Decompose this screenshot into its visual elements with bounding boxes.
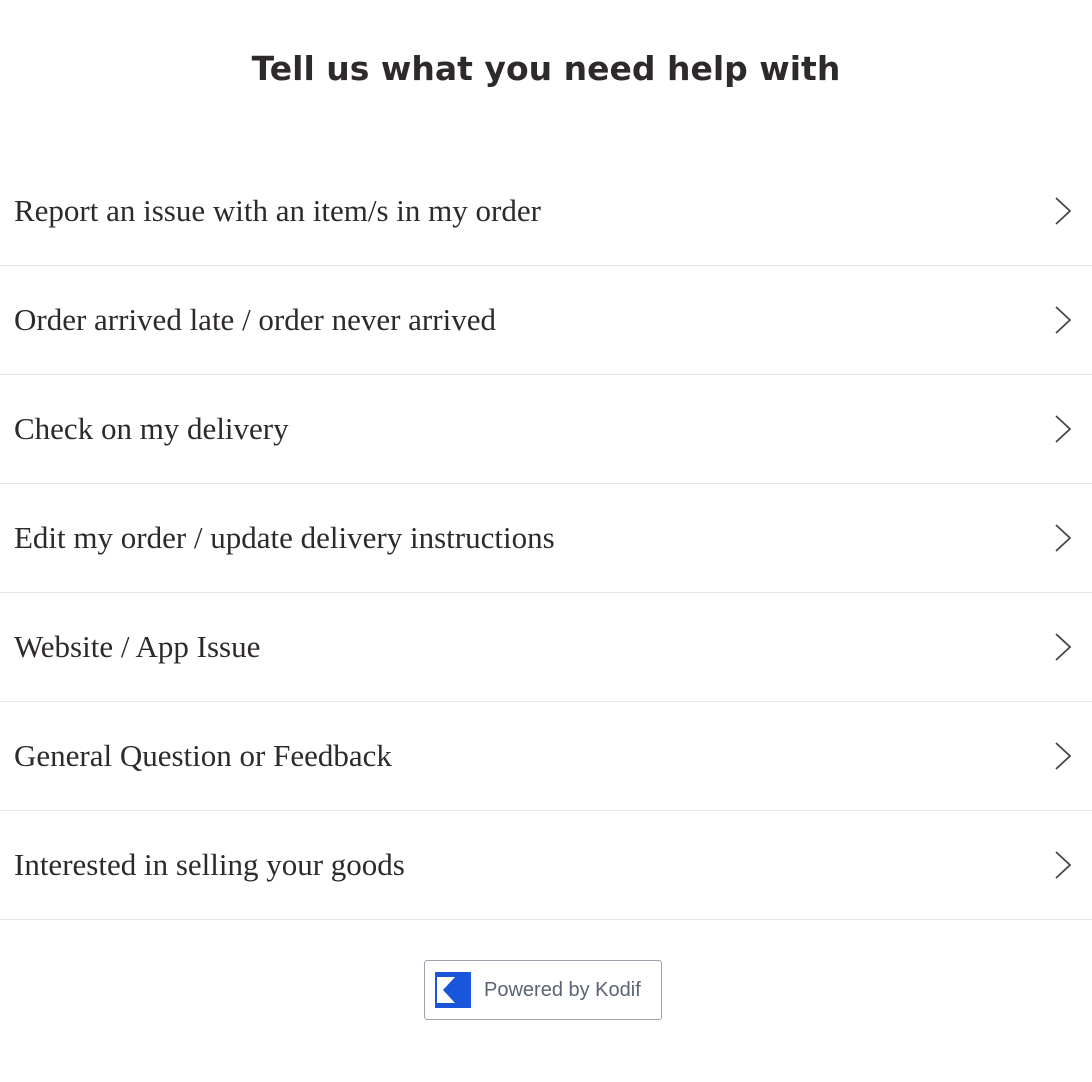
chevron-right-icon [1050,632,1076,662]
topic-label: Interested in selling your goods [14,847,405,882]
kodif-logo-icon [435,972,471,1008]
powered-by-label: Powered by Kodif [484,978,641,1001]
topic-item-selling-goods[interactable]: Interested in selling your goods [0,811,1092,920]
powered-by-kodif-link[interactable]: Powered by Kodif [424,960,662,1020]
help-topic-list: Report an issue with an item/s in my ord… [0,157,1092,920]
page-title: Tell us what you need help with [251,49,841,88]
topic-item-website-app-issue[interactable]: Website / App Issue [0,593,1092,702]
topic-item-report-issue[interactable]: Report an issue with an item/s in my ord… [0,157,1092,266]
chevron-right-icon [1050,414,1076,444]
topic-label: Check on my delivery [14,411,289,446]
chevron-right-icon [1050,523,1076,553]
topic-item-edit-order[interactable]: Edit my order / update delivery instruct… [0,484,1092,593]
chevron-right-icon [1050,741,1076,771]
topic-label: Report an issue with an item/s in my ord… [14,193,541,228]
topic-label: Order arrived late / order never arrived [14,302,496,337]
chevron-right-icon [1050,196,1076,226]
topic-item-order-late[interactable]: Order arrived late / order never arrived [0,266,1092,375]
topic-item-check-delivery[interactable]: Check on my delivery [0,375,1092,484]
topic-label: General Question or Feedback [14,738,392,773]
topic-label: Edit my order / update delivery instruct… [14,520,555,555]
chevron-right-icon [1050,305,1076,335]
topic-label: Website / App Issue [14,629,261,664]
chevron-right-icon [1050,850,1076,880]
topic-item-general-question[interactable]: General Question or Feedback [0,702,1092,811]
